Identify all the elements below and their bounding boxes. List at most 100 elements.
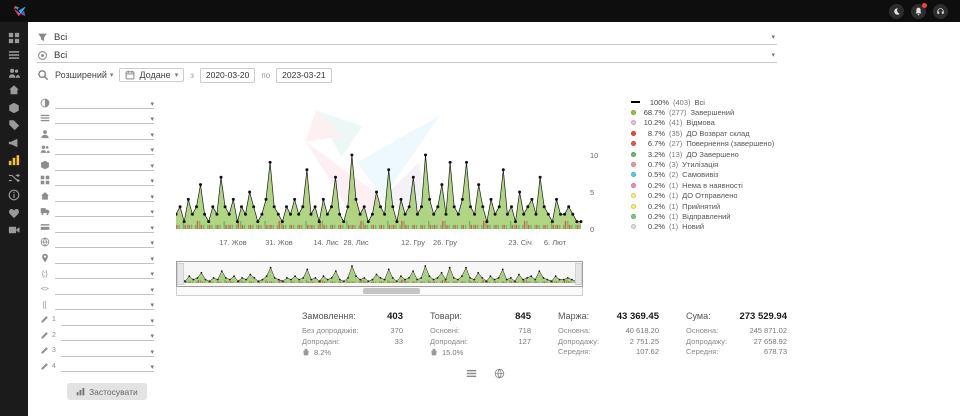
filter-row-statuses[interactable]: Всі ▾: [37, 30, 777, 45]
legend-item[interactable]: 0.2%(1)Відправлений: [631, 211, 774, 221]
filter-category[interactable]: ▾: [39, 173, 154, 189]
globe-button[interactable]: [494, 368, 505, 379]
filter-group[interactable]: ▾: [39, 142, 154, 158]
filter-custom-field-1[interactable]: 1▾: [39, 312, 154, 328]
pencil-icon: [39, 331, 50, 340]
filter-manager-field[interactable]: ▾: [55, 128, 154, 140]
top-filters: Всі ▾ Всі ▾ Розширений ▾ Додане ▾ з: [28, 30, 960, 84]
nav-prices[interactable]: [5, 119, 23, 132]
filter-custom-3[interactable]: []▾: [39, 297, 154, 313]
legend-item[interactable]: 0.2%(1)Нема в наявності: [631, 180, 774, 190]
filter-custom-1[interactable]: {;}▾: [39, 266, 154, 282]
card-icon: [39, 222, 50, 232]
search-icon[interactable]: [37, 69, 49, 81]
filter-payment[interactable]: ▾: [39, 219, 154, 235]
date-from-label: з: [190, 71, 194, 80]
filter-warehouse-field[interactable]: ▾: [55, 190, 154, 202]
date-field-select[interactable]: Додане ▾: [119, 68, 184, 82]
nav-favorites[interactable]: [5, 206, 23, 219]
list-view-button[interactable]: [466, 368, 477, 379]
filter-status-field[interactable]: ▾: [55, 97, 154, 109]
legend-dot-mark: [631, 141, 636, 146]
filter-product[interactable]: ▾: [39, 157, 154, 173]
nav-tutorials[interactable]: [5, 224, 23, 237]
date-from-input[interactable]: 2020-03-20: [200, 68, 255, 83]
legend-item[interactable]: 0.2%(1)Новий: [631, 222, 774, 232]
nav-integrations[interactable]: [5, 171, 23, 184]
nav-store[interactable]: [5, 84, 23, 97]
filter-group-field[interactable]: ▾: [55, 143, 154, 155]
legend-item[interactable]: 68.7%(277)Завершений: [631, 107, 774, 117]
svg-text:28. Лис: 28. Лис: [343, 238, 369, 247]
filter-city[interactable]: ▾: [39, 250, 154, 266]
filter-warehouse[interactable]: ▾: [39, 188, 154, 204]
nav-clients[interactable]: [5, 66, 23, 79]
chevron-down-icon: ▾: [150, 333, 154, 340]
filter-custom-field-4-field[interactable]: ▾: [61, 360, 154, 372]
filter-custom-field-2[interactable]: 2▾: [39, 328, 154, 344]
filter-status[interactable]: ▾: [39, 95, 154, 111]
legend-dot-mark: [631, 162, 636, 167]
stat-products: Товари:845Основні:718Допродані:12715.0%: [430, 311, 531, 359]
legend-item[interactable]: 0.2%(1)Прийнятий: [631, 201, 774, 211]
date-to-input[interactable]: 2023-03-21: [276, 68, 331, 83]
support-button[interactable]: [933, 4, 948, 19]
filter-custom-1-field[interactable]: ▾: [55, 267, 154, 279]
nav-products[interactable]: [5, 101, 23, 114]
filter-custom-field-3[interactable]: 3▾: [39, 343, 154, 359]
scrollbar-thumb[interactable]: [363, 288, 420, 294]
brush-scrollbar[interactable]: [176, 287, 583, 296]
filter-custom-2-field[interactable]: ▾: [55, 283, 154, 295]
brush-handle-left[interactable]: [177, 263, 184, 285]
filter-category-field[interactable]: ▾: [55, 174, 154, 186]
pencil-icon: [39, 315, 50, 324]
notifications-button[interactable]: [911, 4, 926, 19]
icon-rail: [0, 22, 28, 416]
filter-city-field[interactable]: ▾: [55, 252, 154, 264]
brush-area[interactable]: [176, 261, 583, 287]
app-logo[interactable]: [12, 5, 27, 18]
legend-item[interactable]: 6.7%(27)Повернення (завершено): [631, 139, 774, 149]
filter-source-field[interactable]: ▾: [55, 112, 154, 124]
search-date-row: Розширений ▾ Додане ▾ з 2020-03-20 по 20…: [37, 66, 960, 84]
legend-item[interactable]: 0.2%(1)ДО Отправлено: [631, 191, 774, 201]
orders-chart[interactable]: 17. Жов31. Жов14. Лис28. Лис12. Гру26. Г…: [176, 95, 621, 255]
filter-manager[interactable]: ▾: [39, 126, 154, 142]
legend-item[interactable]: 8.7%(35)ДО Возврат склад: [631, 128, 774, 138]
nav-statistics[interactable]: [5, 154, 23, 167]
svg-text:17. Жов: 17. Жов: [219, 238, 247, 247]
nav-orders[interactable]: [5, 49, 23, 62]
shuffle-icon: [8, 172, 20, 184]
filter-custom-field-3-field[interactable]: ▾: [61, 345, 154, 357]
apply-filters-button[interactable]: Застосувати: [67, 383, 147, 400]
filter-product-field[interactable]: ▾: [55, 159, 154, 171]
filter-custom-field-1-field[interactable]: ▾: [61, 314, 154, 326]
legend-dot-mark: [631, 183, 636, 188]
nav-marketing[interactable]: [5, 136, 23, 149]
filter-delivery-field[interactable]: ▾: [55, 205, 154, 217]
nav-info[interactable]: [5, 189, 23, 202]
filter-source[interactable]: ▾: [39, 111, 154, 127]
legend-item[interactable]: 3.2%(13)ДО Завершено: [631, 149, 774, 159]
filter-custom-field-4[interactable]: 4▾: [39, 359, 154, 375]
brush-chart: [177, 262, 580, 286]
legend-line-mark: [631, 101, 640, 103]
nav-dashboard[interactable]: [5, 31, 23, 44]
legend-item[interactable]: 0.7%(3)Утилізація: [631, 159, 774, 169]
legend-item[interactable]: 100%(403)Всі: [631, 97, 774, 107]
filter-custom-2[interactable]: <>▾: [39, 281, 154, 297]
filter-region[interactable]: ▾: [39, 235, 154, 251]
chart-icon: [8, 154, 20, 166]
legend-item[interactable]: 10.2%(41)Відмова: [631, 118, 774, 128]
apply-button-label: Застосувати: [89, 387, 138, 397]
brush-handle-right[interactable]: [575, 263, 582, 285]
filter-custom-3-field[interactable]: ▾: [55, 298, 154, 310]
filter-region-field[interactable]: ▾: [55, 236, 154, 248]
legend-item[interactable]: 0.5%(2)Самовивіз: [631, 170, 774, 180]
filter-row-targets[interactable]: Всі ▾: [37, 48, 777, 63]
filter-custom-field-2-field[interactable]: ▾: [61, 329, 154, 341]
filter-delivery[interactable]: ▾: [39, 204, 154, 220]
filter-payment-field[interactable]: ▾: [55, 221, 154, 233]
dark-mode-button[interactable]: [889, 4, 904, 19]
search-mode-select[interactable]: Розширений ▾: [55, 70, 113, 80]
